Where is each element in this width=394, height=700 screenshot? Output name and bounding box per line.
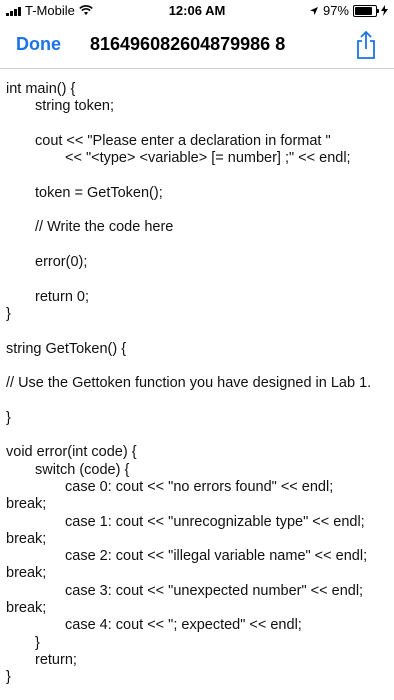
code-line: break;	[6, 496, 47, 513]
code-line: token = GetToken();	[35, 184, 163, 201]
code-document[interactable]: int main() {string token; cout << "Please…	[0, 69, 394, 700]
battery-percent: 97%	[322, 3, 349, 18]
code-line: break;	[6, 600, 47, 616]
code-line: case 2: cout << "illegal variable name" …	[65, 548, 368, 565]
code-line: case 4: cout << "; expected" << endl;	[65, 617, 302, 634]
done-button[interactable]: Done	[16, 34, 61, 55]
code-line: void error(int code) {	[6, 444, 137, 461]
share-button[interactable]	[354, 30, 378, 60]
code-line: }	[6, 409, 11, 426]
code-line: }	[6, 669, 11, 686]
battery-fill	[355, 6, 373, 15]
code-line: error(0);	[35, 254, 88, 270]
code-line: }	[35, 634, 40, 651]
navigation-bar: Done 816496082604879986 8	[0, 22, 394, 69]
location-arrow-icon	[309, 6, 318, 15]
code-line: int main() {	[6, 81, 76, 97]
status-right: 97%	[309, 3, 388, 18]
code-line: }	[6, 305, 11, 322]
code-line: return 0;	[35, 288, 89, 305]
code-line: case 3: cout << "unexpected number" << e…	[65, 582, 364, 599]
battery-icon	[353, 4, 379, 17]
code-line: return;	[35, 651, 77, 668]
code-line: << "<type> <variable> [= number] ;" << e…	[65, 150, 351, 167]
code-line: string token;	[35, 98, 114, 115]
code-line: // Write the code here	[35, 219, 174, 236]
share-icon	[357, 30, 375, 59]
code-line: break;	[6, 565, 47, 582]
code-line: cout << "Please enter a declaration in f…	[35, 132, 331, 149]
status-bar: T-Mobile 12:06 AM 97%	[0, 0, 394, 22]
code-line: string GetToken() {	[6, 340, 127, 357]
code-line: switch (code) {	[35, 461, 130, 478]
code-line: case 0: cout << "no errors found" << end…	[65, 478, 334, 495]
document-title: 816496082604879986 8	[90, 34, 286, 54]
code-line: // Use the Gettoken function you have de…	[6, 375, 372, 392]
code-line: case 1: cout << "unrecognizable type" <<…	[65, 513, 365, 530]
charging-bolt-icon	[381, 5, 388, 16]
code-line: break;	[6, 530, 47, 547]
